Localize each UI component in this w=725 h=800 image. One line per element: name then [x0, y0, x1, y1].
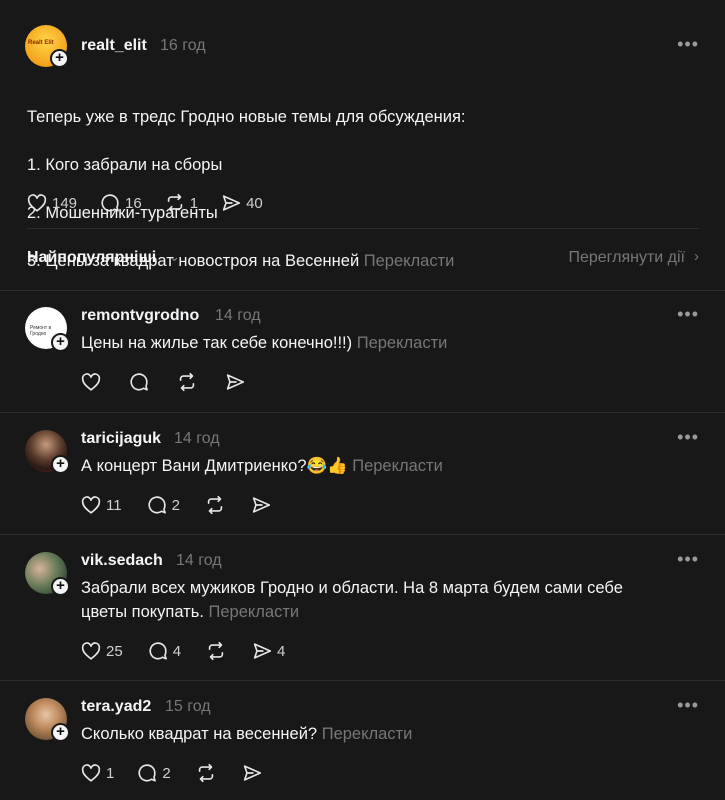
share-count: 40 — [246, 194, 263, 212]
follow-plus-icon[interactable]: + — [50, 49, 69, 68]
reply-text: Цены на жилье так себе конечно!!!) Перек… — [81, 334, 448, 352]
like-button[interactable]: 1 — [80, 762, 114, 784]
share-icon — [222, 195, 241, 211]
view-activity-link[interactable]: Переглянути дії — [568, 249, 685, 267]
follow-plus-icon[interactable]: + — [51, 333, 70, 352]
like-button[interactable] — [80, 371, 102, 393]
reply-actions: 25 4 4 — [80, 640, 307, 662]
username[interactable]: realt_elit — [81, 37, 147, 55]
translate-link[interactable]: Перекласти — [209, 603, 300, 621]
repost-button[interactable] — [204, 494, 226, 516]
main-post: Realt Elit + realt_elit 16 год ••• Тепер… — [0, 0, 725, 270]
more-icon[interactable]: ••• — [677, 427, 699, 448]
username[interactable]: remontvgrodno — [81, 307, 199, 325]
like-button[interactable]: 149 — [26, 192, 77, 214]
chevron-down-icon[interactable]: ⌄ — [169, 249, 180, 265]
share-count: 4 — [277, 642, 286, 660]
share-button[interactable]: 40 — [220, 192, 263, 214]
post-actions: 149 16 1 40 — [26, 192, 285, 214]
comment-icon — [130, 373, 148, 391]
follow-plus-icon[interactable]: + — [51, 723, 70, 742]
reply-text: А концерт Вани Дмитриенко?😂👍 Перекласти — [81, 457, 443, 475]
timestamp: 15 год — [165, 698, 211, 715]
timestamp: 16 год — [160, 37, 206, 54]
follow-plus-icon[interactable]: + — [51, 455, 70, 474]
comment-button[interactable]: 2 — [146, 494, 180, 516]
comment-count: 2 — [162, 764, 171, 782]
username[interactable]: vik.sedach — [81, 552, 163, 570]
comment-icon — [101, 194, 119, 212]
like-count: 1 — [106, 764, 115, 782]
share-icon — [243, 765, 261, 781]
repost-icon — [208, 641, 224, 661]
timestamp: 14 год — [215, 307, 261, 324]
share-icon — [226, 374, 245, 390]
sort-dropdown[interactable]: Найпопулярніші — [27, 249, 156, 267]
repost-icon — [198, 763, 213, 783]
comment-icon — [148, 496, 166, 514]
more-icon[interactable]: ••• — [677, 34, 699, 55]
share-button[interactable] — [241, 762, 263, 784]
reply-item: Ремонт в Гродно + remontvgrodno 14 год •… — [0, 290, 725, 412]
repost-button[interactable]: 1 — [164, 192, 198, 214]
chevron-right-icon[interactable]: › — [694, 248, 699, 265]
share-icon — [253, 643, 272, 659]
heart-icon — [81, 373, 101, 391]
repost-count: 1 — [189, 194, 199, 212]
comment-button[interactable]: 16 — [99, 192, 142, 214]
timestamp: 14 год — [176, 552, 222, 569]
heart-icon — [81, 496, 101, 514]
reply-actions: 11 2 — [80, 494, 294, 516]
comment-icon — [138, 764, 157, 782]
reply-actions — [80, 371, 268, 393]
reply-item: + tera.yad2 15 год ••• Сколько квадрат н… — [0, 680, 725, 800]
share-button[interactable] — [250, 494, 272, 516]
like-count: 25 — [106, 642, 123, 660]
heart-icon — [27, 194, 47, 212]
share-button[interactable]: 4 — [251, 640, 285, 662]
repost-icon — [179, 372, 195, 392]
comment-button[interactable]: 4 — [147, 640, 181, 662]
divider — [27, 228, 699, 229]
translate-link[interactable]: Перекласти — [357, 334, 448, 352]
like-count: 11 — [106, 496, 122, 514]
comment-icon — [149, 642, 167, 660]
reply-text: Забрали всех мужиков Гродно и области. Н… — [81, 579, 623, 621]
repost-button[interactable] — [205, 640, 227, 662]
repost-icon — [207, 495, 223, 515]
repost-button[interactable] — [195, 762, 217, 784]
repost-button[interactable] — [176, 371, 198, 393]
timestamp: 14 год — [174, 430, 220, 447]
heart-icon — [81, 764, 101, 782]
more-icon[interactable]: ••• — [677, 549, 699, 570]
like-count: 149 — [52, 194, 78, 212]
follow-plus-icon[interactable]: + — [51, 577, 70, 596]
repost-icon — [167, 193, 182, 213]
like-button[interactable]: 25 — [80, 640, 123, 662]
reply-actions: 1 2 — [80, 762, 285, 784]
sort-bar: Найпопулярніші ⌄ Переглянути дії › — [0, 244, 725, 274]
comment-count: 2 — [171, 496, 180, 514]
comment-count: 4 — [172, 642, 182, 660]
share-button[interactable] — [224, 371, 246, 393]
reply-item: + vik.sedach 14 год ••• Забрали всех муж… — [0, 534, 725, 680]
more-icon[interactable]: ••• — [677, 304, 699, 325]
translate-link[interactable]: Перекласти — [352, 457, 443, 475]
comment-count: 16 — [125, 194, 142, 212]
share-icon — [252, 497, 270, 513]
like-button[interactable]: 11 — [80, 494, 122, 516]
more-icon[interactable]: ••• — [677, 695, 699, 716]
comment-button[interactable] — [128, 371, 150, 393]
username[interactable]: taricijaguk — [81, 430, 161, 448]
reply-item: + taricijaguk 14 год ••• А концерт Вани … — [0, 412, 725, 534]
heart-icon — [81, 642, 101, 660]
reply-text: Сколько квадрат на весенней? Перекласти — [81, 725, 413, 743]
translate-link[interactable]: Перекласти — [322, 725, 413, 743]
username[interactable]: tera.yad2 — [81, 698, 151, 716]
comment-button[interactable]: 2 — [136, 762, 171, 784]
